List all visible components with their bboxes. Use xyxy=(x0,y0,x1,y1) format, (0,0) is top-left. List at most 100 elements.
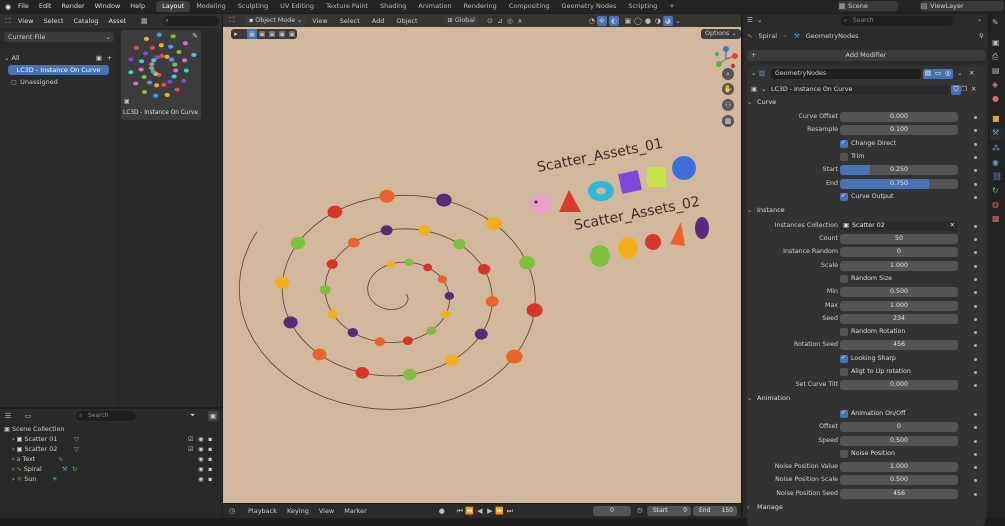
tab-compositing[interactable]: Compositing xyxy=(503,1,556,12)
noise-position-seed-field[interactable]: 456 xyxy=(840,489,958,499)
keyframe-dot-icon[interactable] xyxy=(974,169,977,172)
count-field[interactable]: 50 xyxy=(840,234,958,244)
keyframe-dot-icon[interactable] xyxy=(974,479,977,482)
object-tab-icon[interactable]: ■ xyxy=(992,114,1000,123)
eye-icon[interactable]: ◉ xyxy=(198,475,204,485)
texture-tab-icon[interactable]: ▩ xyxy=(992,214,1000,223)
outliner-item-scatter-02[interactable]: › ▣ Scatter 02 ▽ ☑ ◉ ▪ xyxy=(12,445,218,455)
keyframe-dot-icon[interactable] xyxy=(974,196,977,199)
keyframe-dot-icon[interactable] xyxy=(974,129,977,132)
keyframe-dot-icon[interactable] xyxy=(974,466,977,469)
3d-viewport[interactable]: ⛶ ▪ Object Mode ⌄ View Select Add Object… xyxy=(223,14,741,503)
keyframe-dot-icon[interactable] xyxy=(974,493,977,496)
resample-field[interactable]: 0.100 xyxy=(840,125,958,135)
editor-type-icon[interactable]: ⛶ xyxy=(3,16,13,26)
pin-icon[interactable]: ⚲ xyxy=(979,30,984,42)
display-mode-icon[interactable]: ▭ xyxy=(23,411,33,421)
offset-field[interactable]: 0 xyxy=(840,422,958,432)
menu-file[interactable]: File xyxy=(13,0,34,13)
random-size-checkbox[interactable] xyxy=(840,275,848,283)
scene-tab-icon[interactable]: ◈ xyxy=(992,80,998,89)
clock-icon[interactable]: ◷ xyxy=(637,506,643,514)
modifier-name-input[interactable]: GeometryNodes xyxy=(771,69,921,79)
record-icon[interactable]: ● xyxy=(437,506,447,516)
noise-position-scale-field[interactable]: 0.500 xyxy=(840,475,958,485)
instance-random-field[interactable]: 0 xyxy=(840,247,958,257)
rotation-seed-field[interactable]: 456 xyxy=(840,340,958,350)
camera-icon[interactable]: ▪ xyxy=(208,475,212,485)
tab-scripting[interactable]: Scripting xyxy=(622,1,663,12)
change-direct-checkbox[interactable] xyxy=(840,139,848,148)
keyframe-dot-icon[interactable] xyxy=(974,238,977,241)
node-tree-icon[interactable]: ▣ xyxy=(751,85,757,93)
render-tab-icon[interactable]: ▣ xyxy=(992,38,1000,47)
scale-field[interactable]: 1.000 xyxy=(840,261,958,271)
close-icon[interactable]: ✕ xyxy=(969,69,974,77)
constraints-tab-icon[interactable]: ⛓ xyxy=(992,172,1002,181)
keyframe-dot-icon[interactable] xyxy=(974,318,977,321)
keyframe-dot-icon[interactable] xyxy=(974,251,977,254)
scene-collection-row[interactable]: ▣ Scene Collection xyxy=(4,425,218,435)
modifier-tab-icon[interactable]: ⚒ xyxy=(990,128,1004,140)
editor-type-icon[interactable]: ☰ xyxy=(3,411,13,421)
camera-icon[interactable]: ▪ xyxy=(208,435,212,445)
add-icon[interactable]: + xyxy=(107,53,112,63)
node-group-selector[interactable]: LC3D - Instance On Curve xyxy=(769,85,949,95)
asset-search-input[interactable]: ⌕ xyxy=(163,16,219,26)
curve-offset-field[interactable]: 0.000 xyxy=(840,112,958,122)
keyframe-dot-icon[interactable] xyxy=(974,344,977,347)
outliner-item-spiral[interactable]: › ∿ Spiral ⚒ ↻ ◉ ▪ xyxy=(12,465,218,475)
tab-shading[interactable]: Shading xyxy=(374,1,412,12)
max-field[interactable]: 1.000 xyxy=(840,301,958,311)
menu-help[interactable]: Help xyxy=(125,0,150,13)
viewport-display-icon[interactable]: ▭ xyxy=(933,69,943,79)
menu-render[interactable]: Render xyxy=(56,0,89,13)
next-keyframe-icon[interactable]: ⏩ xyxy=(495,506,505,516)
play-icon[interactable]: ▶ xyxy=(485,506,495,516)
start-frame-field[interactable]: Start 0 xyxy=(647,506,691,516)
keyframe-dot-icon[interactable] xyxy=(974,440,977,443)
jump-end-icon[interactable]: ⏭ xyxy=(505,506,515,516)
timeline-menu-keying[interactable]: Keying xyxy=(282,507,314,515)
tab-rendering[interactable]: Rendering xyxy=(458,1,503,12)
camera-icon[interactable]: ▪ xyxy=(208,455,212,465)
physics-tab-icon[interactable]: ◉ xyxy=(992,158,999,167)
keyframe-dot-icon[interactable] xyxy=(974,116,977,119)
keyframe-dot-icon[interactable] xyxy=(974,305,977,308)
camera-icon[interactable]: ▪ xyxy=(208,445,212,455)
editor-type-icon[interactable]: ◷ xyxy=(227,506,237,516)
outliner-item-sun[interactable]: › ☼ Sun ☀ ◉ ▪ xyxy=(12,475,218,485)
timeline-menu-playback[interactable]: Playback xyxy=(243,507,282,515)
eye-icon[interactable]: ◉ xyxy=(198,465,204,475)
chevron-down-icon[interactable]: ⌄ xyxy=(751,69,756,77)
tab-animation[interactable]: Animation xyxy=(412,1,457,12)
render-display-icon[interactable]: ◎ xyxy=(943,69,953,79)
add-modifier-button[interactable]: + Add Modifier xyxy=(747,50,985,61)
fake-user-icon[interactable]: ⛉ xyxy=(951,85,961,95)
view-layer-tab-icon[interactable]: ▤ xyxy=(992,66,1000,75)
asset-menu-catalog[interactable]: Catalog xyxy=(69,17,104,25)
current-frame-field[interactable]: 0 xyxy=(593,506,631,516)
catalog-item-lc3d[interactable]: LC3D - Instance On Curve xyxy=(8,65,109,75)
keyframe-dot-icon[interactable] xyxy=(974,225,977,228)
outliner-search-input[interactable]: ⌕ Search xyxy=(76,411,136,421)
scene-selector[interactable]: ▦ Scene xyxy=(838,1,898,11)
tab-geometry-nodes[interactable]: Geometry Nodes xyxy=(556,1,623,12)
library-selector[interactable]: Current File ⌄ xyxy=(4,32,114,42)
keyframe-dot-icon[interactable] xyxy=(974,413,977,416)
looking-sharp-checkbox[interactable] xyxy=(840,354,848,363)
noise-position-value-field[interactable]: 1.000 xyxy=(840,462,958,472)
seed-field[interactable]: 234 xyxy=(840,314,958,324)
catalog-item-unassigned[interactable]: ▢ Unassigned xyxy=(10,77,110,87)
section-curve[interactable]: ⌄ Curve xyxy=(747,98,985,110)
menu-edit[interactable]: Edit xyxy=(34,0,57,13)
curve-output-checkbox[interactable] xyxy=(840,192,848,201)
tab-uv-editing[interactable]: UV Editing xyxy=(274,1,320,12)
align-up-checkbox[interactable] xyxy=(840,368,848,376)
animation-onoff-checkbox[interactable] xyxy=(840,409,848,418)
keyframe-dot-icon[interactable] xyxy=(974,278,977,281)
section-instance[interactable]: ⌄ Instance xyxy=(747,206,985,218)
checkbox-icon[interactable]: ☑ xyxy=(188,445,194,455)
eye-icon[interactable]: ◉ xyxy=(198,435,204,445)
particles-tab-icon[interactable]: ⁂ xyxy=(992,144,1000,153)
